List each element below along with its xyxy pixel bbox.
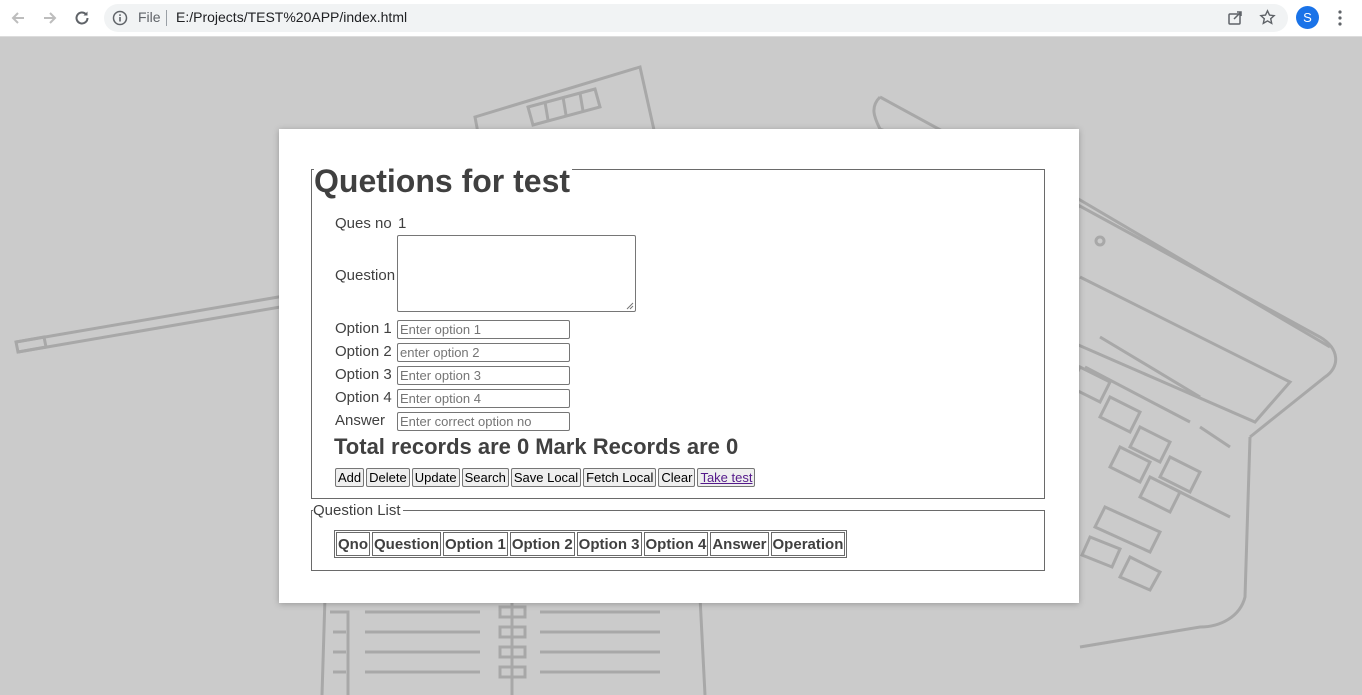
question-table-header: Qno Question Option 1 Option 2 Option 3 … [334,530,848,558]
table-header-answer: Answer [710,532,769,556]
clear-button[interactable]: Clear [658,468,696,487]
url-separator [166,10,167,26]
update-button[interactable]: Update [411,468,460,487]
question-textarea[interactable] [397,235,636,312]
table-header-option1: Option 1 [443,532,508,556]
forward-button[interactable] [38,6,62,30]
browser-toolbar: File E:/Projects/TEST%20APP/index.html S [0,0,1362,37]
table-header-option4: Option 4 [643,532,709,556]
forward-arrow-icon [44,12,57,24]
question-form-card: Quetions for test Ques no 1 Question Opt… [279,129,1079,603]
table-header-operation: Operation [770,532,846,556]
option3-input[interactable]: Enter option 3 [397,366,570,385]
option3-label: Option 3 [335,366,392,383]
option4-input[interactable]: Enter option 4 [397,389,570,408]
option2-label: Option 2 [335,343,392,360]
reload-button[interactable] [70,6,94,30]
share-icon[interactable] [1227,9,1244,26]
profile-avatar[interactable]: S [1296,6,1319,29]
back-arrow-icon [11,12,24,24]
answer-input[interactable]: Enter correct option no [397,412,570,431]
info-icon[interactable] [112,10,128,26]
table-header-question: Question [372,532,442,556]
total-records-text: Total records are 0 [334,434,530,459]
kebab-menu-icon [1338,10,1342,26]
option4-label: Option 4 [335,389,392,406]
save-local-button[interactable]: Save Local [510,468,582,487]
table-header-qno: Qno [336,532,370,556]
table-header-option2: Option 2 [509,532,575,556]
question-list-legend: Question List [313,502,403,520]
option1-label: Option 1 [335,320,392,337]
back-button[interactable] [6,6,30,30]
url-text[interactable]: E:/Projects/TEST%20APP/index.html [176,9,407,25]
answer-label: Answer [335,412,386,429]
take-test-link[interactable]: Take test [697,468,756,487]
option1-input[interactable]: Enter option 1 [397,320,570,339]
fetch-local-button[interactable]: Fetch Local [583,468,657,487]
bookmark-star-icon[interactable] [1259,9,1276,26]
reload-icon [75,11,89,25]
search-button[interactable]: Search [461,468,509,487]
address-bar[interactable]: File E:/Projects/TEST%20APP/index.html [104,4,1288,32]
question-label: Question [335,267,396,284]
records-summary: Total records are 0 Mark Records are 0 [334,434,744,460]
ques-no-label: Ques no [335,215,392,232]
page-title: Quetions for test [314,162,573,200]
add-button[interactable]: Add [335,468,365,487]
delete-button[interactable]: Delete [366,468,410,487]
action-buttons: Add Delete Update Search Save Local Fetc… [335,468,756,487]
ques-no-value: 1 [398,215,407,232]
table-header-option3: Option 3 [576,532,642,556]
url-scheme: File [138,9,161,25]
resize-grip-icon[interactable] [626,302,634,310]
option2-input[interactable]: enter option 2 [397,343,570,362]
mark-records-text: Mark Records are 0 [535,434,739,459]
browser-menu-button[interactable] [1330,6,1350,30]
